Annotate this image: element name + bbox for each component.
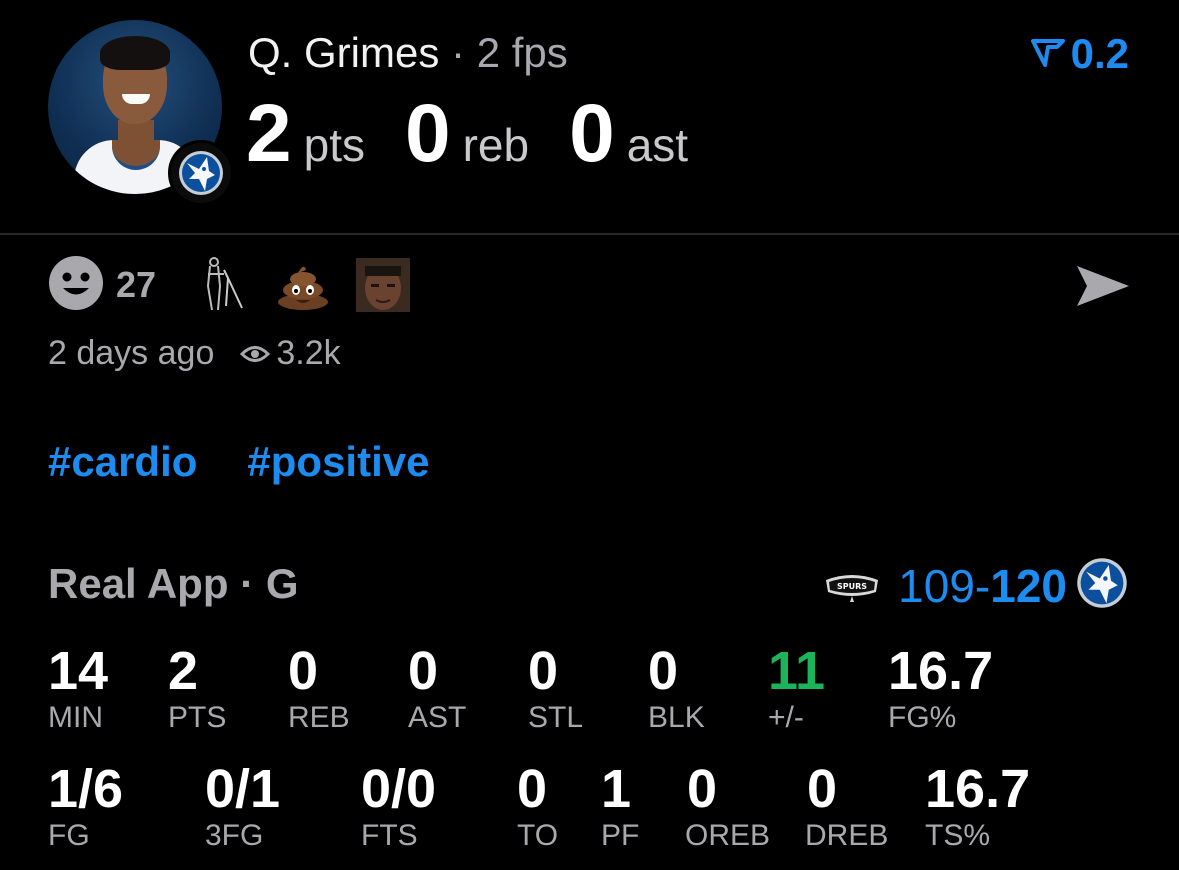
source-app[interactable]: Real App	[48, 560, 228, 607]
stat-ast: 0 AST	[408, 642, 466, 736]
eye-icon	[240, 334, 271, 373]
stat-fts: 0/0 FTS	[361, 760, 436, 854]
player-statline: 2 pts 0 reb 0 ast	[246, 92, 728, 176]
stat-ts-pct: 16.7 TS%	[925, 760, 1030, 854]
stat-label: FG%	[888, 701, 957, 734]
stat-value: 11	[768, 641, 826, 701]
views-value: 3.2k	[276, 334, 341, 372]
stat-value: 0	[528, 641, 559, 701]
walker-emoji[interactable]	[194, 256, 252, 314]
stat-value: 0	[687, 759, 718, 819]
stat-label: STL	[528, 701, 584, 734]
stat-label: FG	[48, 819, 90, 852]
stat-label: MIN	[48, 701, 103, 734]
reaction-count: 27	[116, 264, 157, 305]
stat-pf: 1 PF	[601, 760, 639, 854]
stat-blk: 0 BLK	[648, 642, 705, 736]
stat-value: 0/0	[361, 759, 437, 819]
stat-label: FTS	[361, 819, 418, 852]
stat-value: 14	[48, 641, 109, 701]
stat-value: 16.7	[925, 759, 1031, 819]
stat-value: 0	[408, 641, 439, 701]
stat-label: REB	[288, 701, 350, 734]
stat-value: 0	[517, 759, 548, 819]
reactions-bar: 27	[48, 255, 434, 316]
poop-emoji[interactable]	[274, 256, 332, 314]
fantasy-points: 2 fps	[476, 29, 568, 76]
stat-label: OREB	[685, 819, 771, 852]
smiley-icon[interactable]	[48, 255, 104, 316]
points-unit: pts	[303, 119, 365, 171]
stat-stl: 0 STL	[528, 642, 583, 736]
stat-value: 2	[168, 641, 199, 701]
player-name[interactable]: Q. Grimes	[248, 29, 439, 76]
score-text: 109-120	[898, 559, 1067, 613]
stat-label: 3FG	[205, 819, 264, 852]
separator-dot: ·	[451, 29, 466, 76]
stat-label: TO	[517, 819, 559, 852]
player-name-line[interactable]: Q. Grimes · 2 fps	[248, 28, 568, 78]
stat-value: 1	[601, 759, 632, 819]
points-value: 2	[246, 88, 292, 179]
stat-oreb: 0 OREB	[685, 760, 770, 854]
post-card: Q. Grimes · 2 fps 2 pts 0 reb 0 ast 0.2	[0, 0, 1179, 870]
hashtag-cardio[interactable]: #cardio	[48, 438, 197, 486]
separator-dot: ·	[240, 560, 255, 607]
game-score[interactable]: SPURS 109-120	[824, 556, 1129, 615]
stat-value: 0/1	[205, 759, 281, 819]
hashtag-list: #cardio #positive	[48, 438, 429, 486]
send-icon[interactable]	[1075, 262, 1131, 315]
rating-badge[interactable]: 0.2	[1030, 30, 1129, 78]
stat-value: 0	[807, 759, 838, 819]
assists-unit: ast	[626, 119, 689, 171]
rating-value: 0.2	[1070, 30, 1129, 77]
assists-value: 0	[569, 88, 615, 179]
stat-to: 0 TO	[517, 760, 558, 854]
tick-icon	[1030, 30, 1065, 78]
stat-label: BLK	[648, 701, 705, 734]
stat-label: +/-	[768, 701, 804, 734]
stat-value: 16.7	[888, 641, 994, 701]
stat-label: PTS	[168, 701, 227, 734]
spurs-logo-icon: SPURS	[824, 568, 880, 604]
spurs-wordmark: SPURS	[837, 582, 867, 591]
stat-value: 0	[288, 641, 319, 701]
stat-value: 0	[648, 641, 679, 701]
stat-value: 1/6	[48, 759, 124, 819]
score-dash: -	[974, 559, 991, 612]
view-count: 3.2k	[240, 334, 341, 373]
stat-fg: 1/6 FG	[48, 760, 123, 854]
stat-3fg: 0/1 3FG	[205, 760, 280, 854]
stat-pts: 2 PTS	[168, 642, 226, 736]
post-meta: 2 days ago 3.2k	[48, 334, 341, 373]
stat-min: 14 MIN	[48, 642, 108, 736]
player-position: G	[265, 560, 299, 607]
stat-label: TS%	[925, 819, 991, 852]
away-score: 109	[898, 559, 975, 612]
game-source-line: Real App · G	[48, 560, 298, 608]
mavericks-logo-icon	[168, 140, 234, 206]
divider	[0, 233, 1179, 235]
stat-fg-pct: 16.7 FG%	[888, 642, 993, 736]
rebounds-unit: reb	[462, 119, 530, 171]
stat-plus-minus: 11 +/-	[768, 642, 825, 736]
mavericks-logo-icon	[1075, 556, 1129, 615]
home-score: 120	[990, 559, 1067, 612]
hashtag-positive[interactable]: #positive	[247, 438, 429, 486]
stat-label: DREB	[805, 819, 889, 852]
rebounds-value: 0	[404, 88, 451, 179]
stat-label: PF	[601, 819, 640, 852]
stat-reb: 0 REB	[288, 642, 350, 736]
stat-label: AST	[408, 701, 467, 734]
timestamp: 2 days ago	[48, 334, 215, 372]
player-face-emoji[interactable]	[354, 256, 412, 314]
stat-dreb: 0 DREB	[805, 760, 888, 854]
